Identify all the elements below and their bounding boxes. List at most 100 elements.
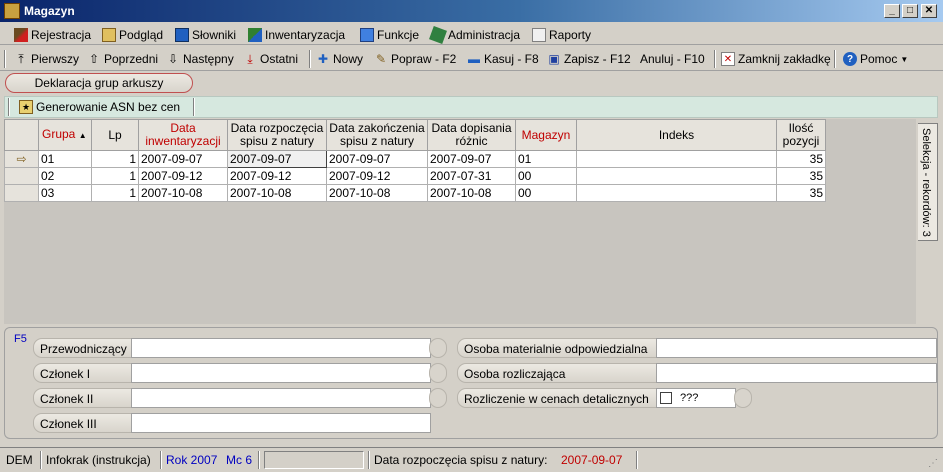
col-data-rozpoczecia[interactable]: Data rozpoczęcia spisu z natury (227, 119, 327, 151)
cell-ilosc[interactable]: 35 (776, 150, 826, 168)
selection-side-tab[interactable]: Selekcja - rekordów: 3 (918, 123, 938, 241)
cell-grupa[interactable]: 02 (38, 167, 92, 185)
edit-button[interactable]: ✎ Popraw - F2 (374, 51, 456, 67)
col-lp[interactable]: Lp (91, 119, 139, 151)
previous-button[interactable]: ⇧ Poprzedni (87, 51, 158, 67)
cell-data-inw[interactable]: 2007-09-12 (138, 167, 228, 185)
title-bar: Magazyn _ □ ✕ (0, 0, 943, 22)
last-button[interactable]: ⤓ Ostatni (243, 51, 298, 67)
osoba-rozliczajaca-field[interactable] (656, 363, 937, 383)
col-data-zakonczenia[interactable]: Data zakończenia spisu z natury (326, 119, 428, 151)
generate-asn-button[interactable]: ★ Generowanie ASN bez cen (19, 99, 180, 115)
menu-inwentaryzacja[interactable]: Inwentaryzacja (248, 27, 345, 43)
functions-icon (360, 28, 374, 42)
table-row[interactable]: 03 1 2007-10-08 2007-10-08 2007-10-08 20… (4, 184, 826, 202)
field-end-cap (429, 388, 447, 408)
plus-icon: ✚ (317, 52, 329, 66)
first-label: Pierwszy (31, 52, 80, 66)
arrow-up-icon: ⇧ (88, 52, 100, 66)
cell-data-rozp[interactable]: 2007-10-08 (227, 184, 327, 202)
status-bar: DEM Infokrak (instrukcja) Rok 2007 Mc 6 … (0, 447, 943, 472)
osoba-rozliczajaca-label: Osoba rozliczająca (457, 363, 667, 383)
menu-podglad[interactable]: Podgląd (102, 27, 163, 43)
col-indeks[interactable]: Indeks (576, 119, 777, 151)
cell-magazyn[interactable]: 01 (515, 150, 577, 168)
save-button[interactable]: ▣ Zapisz - F12 (547, 51, 630, 67)
cell-data-dop[interactable]: 2007-07-31 (427, 167, 516, 185)
table-row[interactable]: ⇨ 01 1 2007-09-07 2007-09-07 2007-09-07 … (4, 150, 826, 168)
cell-indeks[interactable] (576, 167, 777, 185)
cell-ilosc[interactable]: 35 (776, 167, 826, 185)
close-tab-label: Zamknij zakładkę (738, 52, 831, 66)
tab-deklaracja[interactable]: Deklaracja grup arkuszy (5, 73, 193, 93)
col-magazyn[interactable]: Magazyn (515, 119, 577, 151)
previous-label: Poprzedni (104, 52, 159, 66)
osoba-materialnie-field[interactable] (656, 338, 937, 358)
cell-data-zak[interactable]: 2007-10-08 (326, 184, 428, 202)
cell-indeks[interactable] (576, 184, 777, 202)
czlonek1-field[interactable] (131, 363, 431, 383)
cell-ilosc[interactable]: 35 (776, 184, 826, 202)
menu-bar: Rejestracja Podgląd Słowniki Inwentaryza… (0, 23, 943, 45)
delete-button[interactable]: ▬ Kasuj - F8 (467, 51, 539, 67)
menu-funkcje[interactable]: Funkcje (360, 27, 419, 43)
menu-administracja[interactable]: Administracja (429, 26, 520, 44)
cell-data-inw[interactable]: 2007-09-07 (138, 150, 228, 168)
next-label: Następny (183, 52, 234, 66)
cell-data-rozp[interactable]: 2007-09-12 (227, 167, 327, 185)
col-data-dopisania[interactable]: Data dopisania różnic (427, 119, 516, 151)
cell-magazyn[interactable]: 00 (515, 167, 577, 185)
inventory-icon (248, 28, 262, 42)
menu-slowniki[interactable]: Słowniki (175, 27, 236, 43)
menu-label: Raporty (549, 28, 592, 42)
action-separator (193, 98, 195, 116)
new-button[interactable]: ✚ Nowy (316, 51, 363, 67)
minimize-button[interactable]: _ (884, 4, 900, 18)
status-dem: DEM (6, 453, 33, 467)
cell-data-dop[interactable]: 2007-10-08 (427, 184, 516, 202)
przewodniczacy-field[interactable] (131, 338, 431, 358)
close-tab-button[interactable]: ✕ Zamknij zakładkę (721, 51, 831, 67)
cell-indeks[interactable] (576, 150, 777, 168)
rozliczenie-checkbox[interactable] (660, 392, 672, 404)
czlonek3-field[interactable] (131, 413, 431, 433)
czlonek2-field[interactable] (131, 388, 431, 408)
field-end-cap (734, 388, 752, 408)
cell-data-rozp[interactable]: 2007-09-07 (227, 150, 327, 168)
app-icon (4, 3, 20, 19)
toolbar-separator (4, 50, 6, 68)
help-button[interactable]: ? Pomoc ▼ (843, 51, 908, 67)
minus-icon: ▬ (468, 52, 480, 66)
menu-raporty[interactable]: Raporty (532, 27, 591, 43)
tab-row: Deklaracja grup arkuszy (0, 72, 943, 95)
col-grupa[interactable]: Grupa ▲ (38, 119, 92, 151)
current-row-arrow-icon: ⇨ (4, 150, 39, 168)
resize-grip-icon[interactable]: ⋰ (928, 458, 938, 469)
status-separator (160, 451, 162, 469)
rozliczenie-label: Rozliczenie w cenach detalicznych (457, 388, 667, 408)
menu-label: Podgląd (119, 28, 164, 42)
osoba-materialnie-label: Osoba materialnie odpowiedzialna (457, 338, 667, 358)
window-title: Magazyn (24, 4, 75, 18)
maximize-button[interactable]: □ (902, 4, 918, 18)
arrow-last-icon: ⤓ (247, 51, 253, 66)
first-button[interactable]: ⤒ Pierwszy (14, 51, 79, 67)
cell-grupa[interactable]: 01 (38, 150, 92, 168)
cell-lp[interactable]: 1 (91, 167, 139, 185)
cell-data-dop[interactable]: 2007-09-07 (427, 150, 516, 168)
czlonek1-label: Członek I (33, 363, 141, 383)
cell-data-inw[interactable]: 2007-10-08 (138, 184, 228, 202)
col-ilosc-pozycji[interactable]: Ilość pozycji (776, 119, 826, 151)
cell-lp[interactable]: 1 (91, 150, 139, 168)
col-data-inwentaryzacji[interactable]: Data inwentaryzacji (138, 119, 228, 151)
cell-magazyn[interactable]: 00 (515, 184, 577, 202)
menu-rejestracja[interactable]: Rejestracja (14, 27, 91, 43)
cell-grupa[interactable]: 03 (38, 184, 92, 202)
cell-data-zak[interactable]: 2007-09-07 (326, 150, 428, 168)
next-button[interactable]: ⇩ Następny (166, 51, 234, 67)
cancel-button[interactable]: Anuluj - F10 (640, 51, 705, 67)
cell-data-zak[interactable]: 2007-09-12 (326, 167, 428, 185)
close-button[interactable]: ✕ (921, 4, 937, 18)
cell-lp[interactable]: 1 (91, 184, 139, 202)
table-row[interactable]: 02 1 2007-09-12 2007-09-12 2007-09-12 20… (4, 167, 826, 185)
